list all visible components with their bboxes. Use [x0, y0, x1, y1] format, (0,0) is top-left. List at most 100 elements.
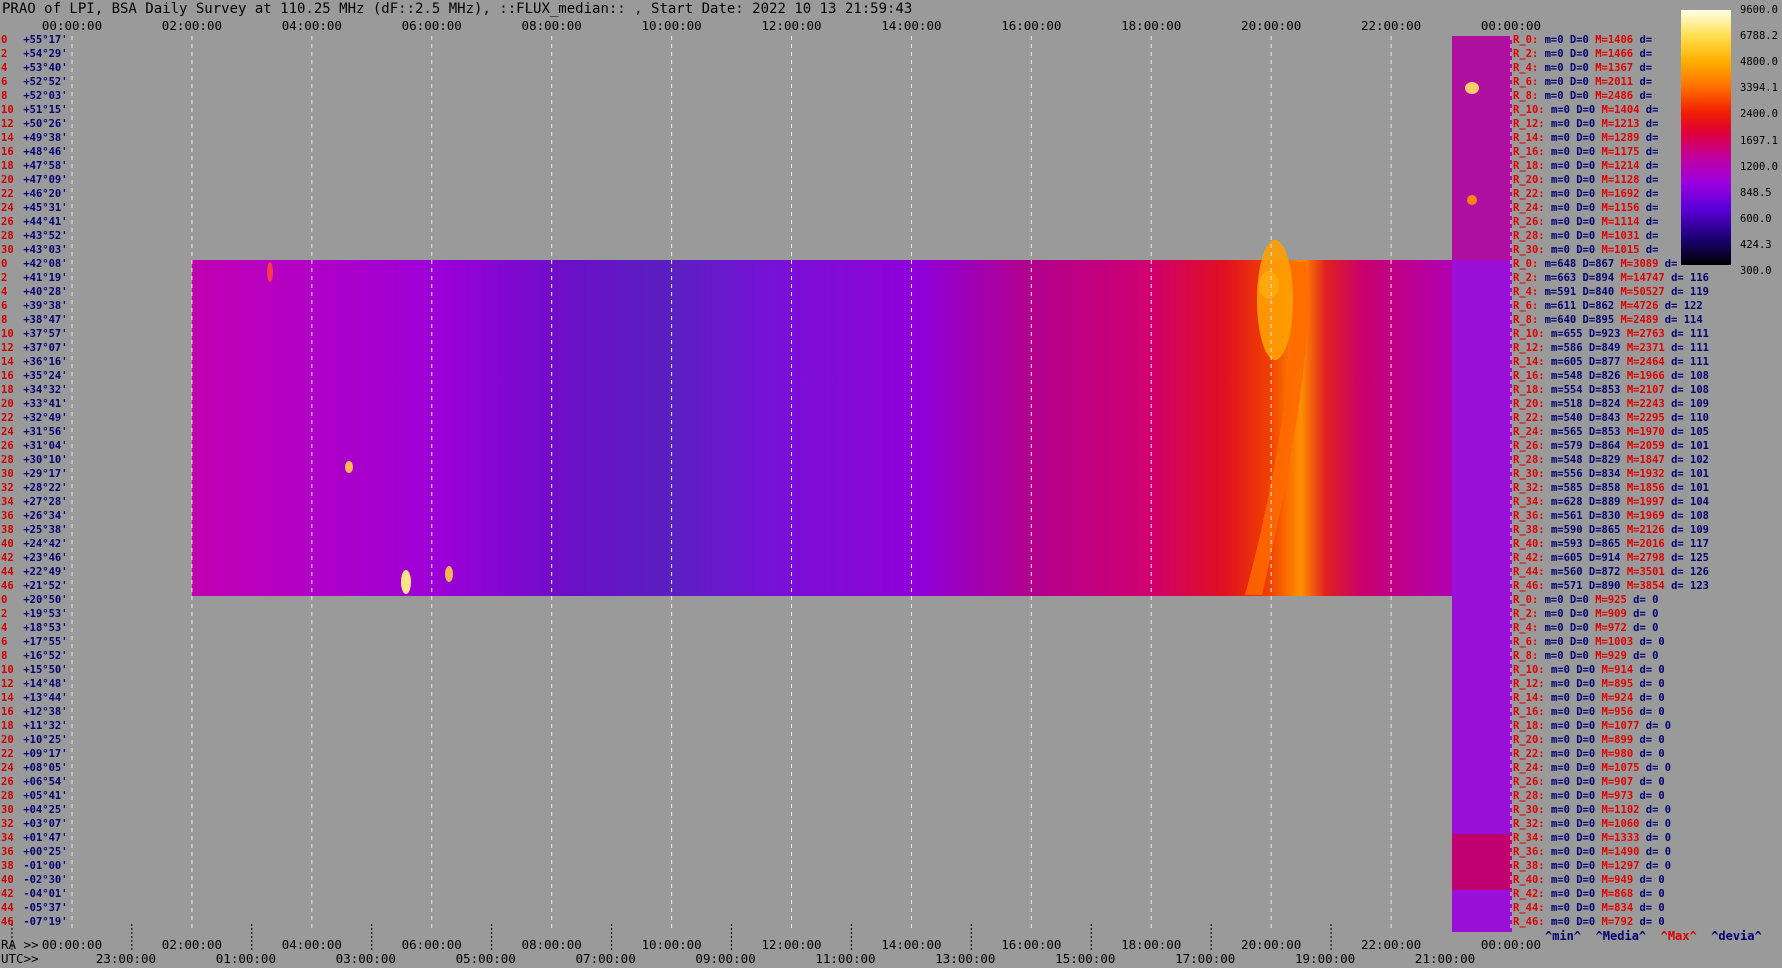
row-label: 24 +08°05'	[1, 762, 68, 774]
stat-field: M=2243	[1626, 398, 1672, 410]
top-tick-label: 18:00:00	[1121, 18, 1182, 33]
row-number: 6	[1, 300, 8, 312]
stat-field: M=909	[1595, 608, 1634, 620]
stat-field: R_0:	[1513, 258, 1545, 270]
bright-source-2	[1467, 195, 1477, 205]
row-number: 22	[1, 412, 14, 424]
row-number: 34	[1, 496, 14, 508]
stat-field: D=889	[1588, 496, 1627, 508]
row-stat: R_2: m=0 D=0 M=1466 d=	[1513, 48, 1652, 60]
utc-axis-label: UTC>>	[1, 951, 39, 966]
declination-label: +37°57'	[17, 328, 68, 340]
stat-field: D=0	[1569, 636, 1596, 648]
stat-field: M=972	[1595, 622, 1634, 634]
bright-source-7	[1257, 240, 1293, 360]
row-label: 36 +00°25'	[1, 846, 68, 858]
declination-label: +11°32'	[17, 720, 68, 732]
row-stat: R_12: m=0 D=0 M=895 d= 0	[1513, 678, 1665, 690]
stat-field: R_46:	[1513, 580, 1551, 592]
row-number: 26	[1, 216, 14, 228]
row-stat: R_14: m=605 D=877 M=2464 d= 111	[1513, 356, 1709, 368]
stat-field: R_18:	[1513, 160, 1551, 172]
row-label: 40 +24°42'	[1, 538, 68, 550]
stat-field: m=0	[1550, 216, 1577, 228]
stat-field: D=853	[1588, 426, 1627, 438]
stat-field: d= 0	[1639, 748, 1665, 760]
stat-field: m=0	[1550, 678, 1577, 690]
stat-field: M=1075	[1601, 762, 1646, 774]
bright-source-5	[267, 262, 273, 282]
stat-field: m=0	[1550, 776, 1577, 788]
row-stat: R_18: m=0 D=0 M=1214 d=	[1513, 160, 1658, 172]
stat-field: M=2126	[1626, 524, 1672, 536]
row-label: 30 +43°03'	[1, 244, 68, 256]
stat-field: d= 122	[1664, 300, 1703, 312]
stat-field: M=2107	[1626, 384, 1672, 396]
row-label: 16 +12°38'	[1, 706, 68, 718]
ra-tick-label: 16:00:00	[1001, 937, 1062, 952]
top-tick-label: 04:00:00	[281, 18, 342, 33]
stat-field: R_28:	[1513, 790, 1551, 802]
row-label: 4 +40°28'	[1, 286, 68, 298]
row-number: 34	[1, 832, 14, 844]
stat-field: R_24:	[1513, 762, 1551, 774]
row-stat: R_8: m=0 D=0 M=929 d= 0	[1513, 650, 1658, 662]
stat-field: d= 0	[1639, 692, 1665, 704]
row-number: 12	[1, 118, 14, 130]
utc-tick-label: 21:00:00	[1414, 951, 1476, 966]
stat-field: M=1692	[1601, 188, 1646, 200]
stat-field: R_0:	[1513, 594, 1545, 606]
declination-label: +22°49'	[17, 566, 68, 578]
stat-field: d= 0	[1633, 650, 1659, 662]
utc-tick-label: 11:00:00	[815, 951, 876, 966]
stat-field: d=	[1645, 132, 1659, 144]
stat-field: R_4:	[1513, 286, 1545, 298]
stat-field: m=0	[1544, 594, 1570, 606]
declination-label: +26°34'	[17, 510, 68, 522]
stat-field: d= 101	[1671, 440, 1710, 452]
stat-field: M=1156	[1601, 202, 1646, 214]
stat-field: R_14:	[1513, 692, 1551, 704]
stat-field: M=1997	[1626, 496, 1672, 508]
declination-label: -05°37'	[17, 902, 68, 914]
stat-field: M=1404	[1601, 104, 1646, 116]
stat-field: m=0	[1544, 76, 1570, 88]
stat-field: m=628	[1550, 496, 1589, 508]
row-stat: R_12: m=0 D=0 M=1213 d=	[1513, 118, 1658, 130]
declination-label: +18°53'	[17, 622, 68, 634]
stat-field: R_20:	[1513, 398, 1551, 410]
stat-field: d=	[1645, 118, 1659, 130]
stat-field: M=3501	[1626, 566, 1672, 578]
declination-label: +31°56'	[17, 426, 68, 438]
stat-field: R_10:	[1513, 328, 1551, 340]
declination-label: +19°53'	[17, 608, 68, 620]
ra-tick-label: 08:00:00	[521, 937, 582, 952]
bright-source-3	[401, 570, 411, 594]
stat-field: D=0	[1576, 804, 1602, 816]
stat-field: D=0	[1576, 860, 1602, 872]
row-number: 4	[1, 286, 8, 298]
declination-label: +52°52'	[17, 76, 68, 88]
stat-field: m=579	[1550, 440, 1589, 452]
row-number: 36	[1, 846, 14, 858]
stat-field: M=1128	[1601, 174, 1646, 186]
declination-label: +27°28'	[17, 496, 68, 508]
utc-tick-label: 09:00:00	[695, 951, 756, 966]
row-number: 26	[1, 776, 14, 788]
declination-label: -04°01'	[17, 888, 68, 900]
stat-field: d= 0	[1645, 762, 1672, 774]
row-number: 8	[1, 90, 8, 102]
stat-field: R_10:	[1513, 104, 1551, 116]
stat-field: m=0	[1550, 888, 1577, 900]
declination-label: +10°25'	[17, 734, 68, 746]
row-number: 36	[1, 510, 14, 522]
top-tick-label: 00:00:00	[1480, 18, 1542, 33]
stat-field: D=877	[1588, 356, 1627, 368]
stat-field: m=0	[1544, 636, 1570, 648]
stat-field: m=593	[1550, 538, 1589, 550]
stat-field: M=1969	[1626, 510, 1672, 522]
stat-field: D=0	[1576, 174, 1602, 186]
row-stat: R_44: m=0 D=0 M=834 d= 0	[1513, 902, 1665, 914]
row-number: 28	[1, 230, 14, 242]
ra-tick-label: 06:00:00	[401, 937, 462, 952]
